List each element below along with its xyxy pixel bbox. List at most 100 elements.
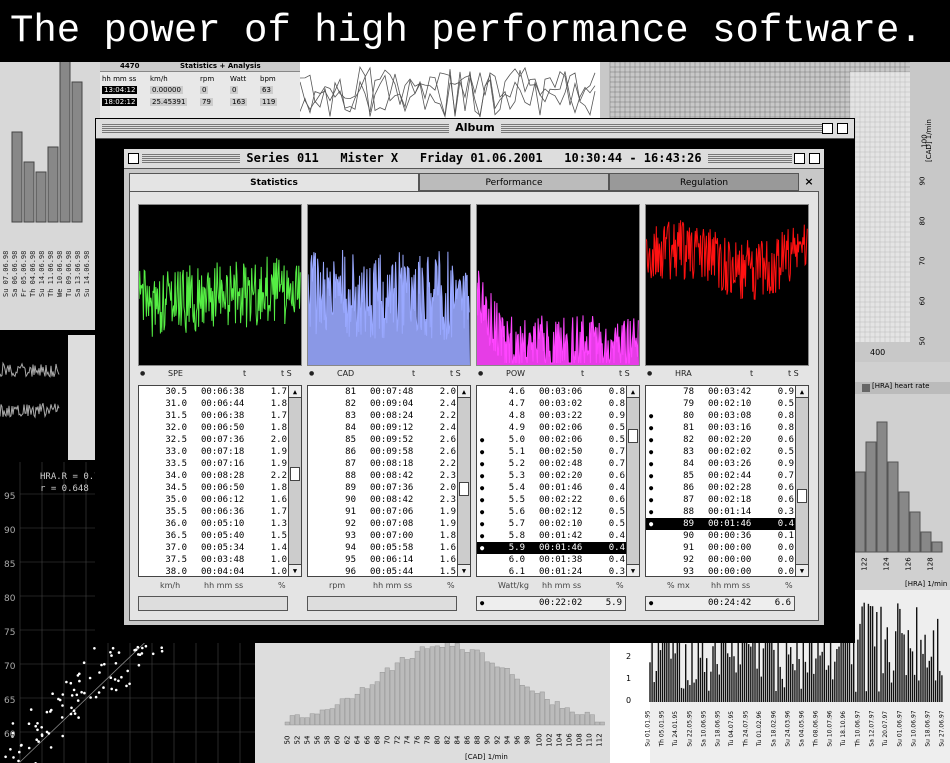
session-titlebar[interactable]: Series 011 Mister X Friday 01.06.2001 10… bbox=[124, 149, 824, 169]
table-row[interactable]: 82 00:09:04 2.4 bbox=[308, 398, 458, 410]
table-row[interactable]: ● 87 00:02:18 0.6 bbox=[646, 494, 796, 506]
table-row[interactable]: 36.5 00:05:40 1.5 bbox=[139, 530, 289, 542]
table-row[interactable]: ● 88 00:01:14 0.3 bbox=[646, 506, 796, 518]
table-row[interactable]: 35.0 00:06:12 1.6 bbox=[139, 494, 289, 506]
table-row[interactable]: 81 00:07:48 2.0 bbox=[308, 386, 458, 398]
album-titlebar[interactable]: Album bbox=[96, 119, 854, 139]
scroll-thumb[interactable] bbox=[797, 489, 807, 503]
table-row[interactable]: ● 5.7 00:02:10 0.5 bbox=[477, 518, 627, 530]
tab-close-icon[interactable]: × bbox=[801, 173, 817, 191]
pow-header-bullet-icon: ● bbox=[478, 370, 484, 377]
table-row[interactable]: 90 00:08:42 2.3 bbox=[308, 494, 458, 506]
table-row[interactable]: ● 80 00:03:08 0.8 bbox=[646, 410, 796, 422]
table-row[interactable]: 93 00:07:00 1.8 bbox=[308, 530, 458, 542]
table-row[interactable]: ● 5.3 00:02:20 0.6 bbox=[477, 470, 627, 482]
row-value: 86 bbox=[345, 447, 356, 457]
table-row[interactable]: ● 5.9 00:01:46 0.4 bbox=[477, 542, 627, 554]
table-row[interactable]: 87 00:08:18 2.2 bbox=[308, 458, 458, 470]
scroll-up-arrow-icon[interactable]: ▲ bbox=[627, 386, 639, 398]
table-row[interactable]: 90 00:00:36 0.1 bbox=[646, 530, 796, 542]
table-row[interactable]: ● 86 00:02:28 0.6 bbox=[646, 482, 796, 494]
scroll-down-arrow-icon[interactable]: ▼ bbox=[289, 564, 301, 576]
scroll-up-arrow-icon[interactable]: ▲ bbox=[289, 386, 301, 398]
cad-scrollbar[interactable]: ▲ ▼ bbox=[457, 386, 470, 576]
table-row[interactable]: 91 00:07:06 1.9 bbox=[308, 506, 458, 518]
table-row[interactable]: ● 5.8 00:01:42 0.4 bbox=[477, 530, 627, 542]
scroll-down-arrow-icon[interactable]: ▼ bbox=[627, 564, 639, 576]
table-row[interactable]: 30.5 00:06:38 1.7 bbox=[139, 386, 289, 398]
table-row[interactable]: 79 00:02:10 0.5 bbox=[646, 398, 796, 410]
table-row[interactable]: 92 00:00:00 0.0 bbox=[646, 554, 796, 566]
hra-scrollbar[interactable]: ▲ ▼ bbox=[795, 386, 808, 576]
table-row[interactable]: 95 00:06:14 1.6 bbox=[308, 554, 458, 566]
table-row[interactable]: ● 5.0 00:02:06 0.5 bbox=[477, 434, 627, 446]
table-row[interactable]: 37.0 00:05:34 1.4 bbox=[139, 542, 289, 554]
table-row[interactable]: 34.0 00:08:28 2.2 bbox=[139, 470, 289, 482]
row-time: 00:02:06 bbox=[539, 423, 583, 433]
table-row[interactable]: 32.0 00:06:50 1.8 bbox=[139, 422, 289, 434]
table-row[interactable]: 35.5 00:06:36 1.7 bbox=[139, 506, 289, 518]
table-row[interactable]: ● 82 00:02:20 0.6 bbox=[646, 434, 796, 446]
album-zoom-button[interactable] bbox=[822, 123, 833, 134]
table-row[interactable]: 33.0 00:07:18 1.9 bbox=[139, 446, 289, 458]
scroll-up-arrow-icon[interactable]: ▲ bbox=[796, 386, 808, 398]
tab-statistics[interactable]: Statistics bbox=[129, 173, 419, 191]
cad-list[interactable]: 81 00:07:48 2.0 82 00:09:04 2.4 83 00:08:24 2.2 8… bbox=[307, 385, 471, 577]
session-collapse-button[interactable] bbox=[809, 153, 820, 164]
table-row[interactable]: ● 85 00:02:44 0.7 bbox=[646, 470, 796, 482]
table-row[interactable]: ● 83 00:02:02 0.5 bbox=[646, 446, 796, 458]
table-row[interactable]: 86 00:09:58 2.6 bbox=[308, 446, 458, 458]
table-row[interactable]: 38.0 00:04:04 1.0 bbox=[139, 566, 289, 576]
table-row[interactable]: 4.7 00:03:02 0.8 bbox=[477, 398, 627, 410]
scroll-thumb[interactable] bbox=[628, 429, 638, 443]
row-percent: 0.6 bbox=[777, 495, 794, 505]
hra-list[interactable]: 78 00:03:42 0.9 79 00:02:10 0.5 ● 80 00:03:08 0.8… bbox=[645, 385, 809, 577]
table-row[interactable]: ● 5.6 00:02:12 0.5 bbox=[477, 506, 627, 518]
table-row[interactable]: ● 5.5 00:02:22 0.6 bbox=[477, 494, 627, 506]
table-row[interactable]: 37.5 00:03:48 1.0 bbox=[139, 554, 289, 566]
spe-list[interactable]: 30.5 00:06:38 1.7 31.0 00:06:44 1.8 31.5 00:06:… bbox=[138, 385, 302, 577]
spe-scrollbar[interactable]: ▲ ▼ bbox=[288, 386, 301, 576]
table-row[interactable]: 85 00:09:52 2.6 bbox=[308, 434, 458, 446]
table-row[interactable]: ● 5.4 00:01:46 0.4 bbox=[477, 482, 627, 494]
table-row[interactable]: 83 00:08:24 2.2 bbox=[308, 410, 458, 422]
scroll-thumb[interactable] bbox=[290, 467, 300, 481]
scroll-thumb[interactable] bbox=[459, 482, 469, 496]
table-row[interactable]: 4.8 00:03:22 0.9 bbox=[477, 410, 627, 422]
table-row[interactable]: 6.1 00:01:24 0.3 bbox=[477, 566, 627, 576]
table-row[interactable]: 32.5 00:07:36 2.0 bbox=[139, 434, 289, 446]
table-row[interactable]: ● 84 00:03:26 0.9 bbox=[646, 458, 796, 470]
scroll-up-arrow-icon[interactable]: ▲ bbox=[458, 386, 470, 398]
scroll-down-arrow-icon[interactable]: ▼ bbox=[458, 564, 470, 576]
bg-botleft-ytick: 80 bbox=[4, 594, 16, 604]
pow-scrollbar[interactable]: ▲ ▼ bbox=[626, 386, 639, 576]
table-row[interactable]: 78 00:03:42 0.9 bbox=[646, 386, 796, 398]
table-row[interactable]: ● 81 00:03:16 0.8 bbox=[646, 422, 796, 434]
table-row[interactable]: 33.5 00:07:16 1.9 bbox=[139, 458, 289, 470]
table-row[interactable]: 31.0 00:06:44 1.8 bbox=[139, 398, 289, 410]
table-row[interactable]: 93 00:00:00 0.0 bbox=[646, 566, 796, 576]
bg-scatter-point bbox=[109, 676, 113, 679]
table-row[interactable]: 4.6 00:03:06 0.8 bbox=[477, 386, 627, 398]
table-row[interactable]: 36.0 00:05:10 1.3 bbox=[139, 518, 289, 530]
scroll-down-arrow-icon[interactable]: ▼ bbox=[796, 564, 808, 576]
table-row[interactable]: 92 00:07:08 1.9 bbox=[308, 518, 458, 530]
table-row[interactable]: 94 00:05:58 1.6 bbox=[308, 542, 458, 554]
table-row[interactable]: 96 00:05:44 1.5 bbox=[308, 566, 458, 576]
table-row[interactable]: 34.5 00:06:50 1.8 bbox=[139, 482, 289, 494]
table-row[interactable]: 4.9 00:02:06 0.5 bbox=[477, 422, 627, 434]
pow-list[interactable]: 4.6 00:03:06 0.8 4.7 00:03:02 0.8 4.8 00:03:22 0… bbox=[476, 385, 640, 577]
table-row[interactable]: ● 89 00:01:46 0.4 bbox=[646, 518, 796, 530]
table-row[interactable]: ● 5.1 00:02:50 0.7 bbox=[477, 446, 627, 458]
table-row[interactable]: 84 00:09:12 2.4 bbox=[308, 422, 458, 434]
table-row[interactable]: 91 00:00:00 0.0 bbox=[646, 542, 796, 554]
album-collapse-button[interactable] bbox=[837, 123, 848, 134]
session-zoom-button[interactable] bbox=[794, 153, 805, 164]
table-row[interactable]: 31.5 00:06:38 1.7 bbox=[139, 410, 289, 422]
tab-regulation[interactable]: Regulation bbox=[609, 173, 799, 191]
table-row[interactable]: 88 00:08:42 2.3 bbox=[308, 470, 458, 482]
table-row[interactable]: ● 5.2 00:02:48 0.7 bbox=[477, 458, 627, 470]
tab-performance[interactable]: Performance bbox=[419, 173, 609, 191]
table-row[interactable]: 89 00:07:36 2.0 bbox=[308, 482, 458, 494]
table-row[interactable]: 6.0 00:01:38 0.4 bbox=[477, 554, 627, 566]
